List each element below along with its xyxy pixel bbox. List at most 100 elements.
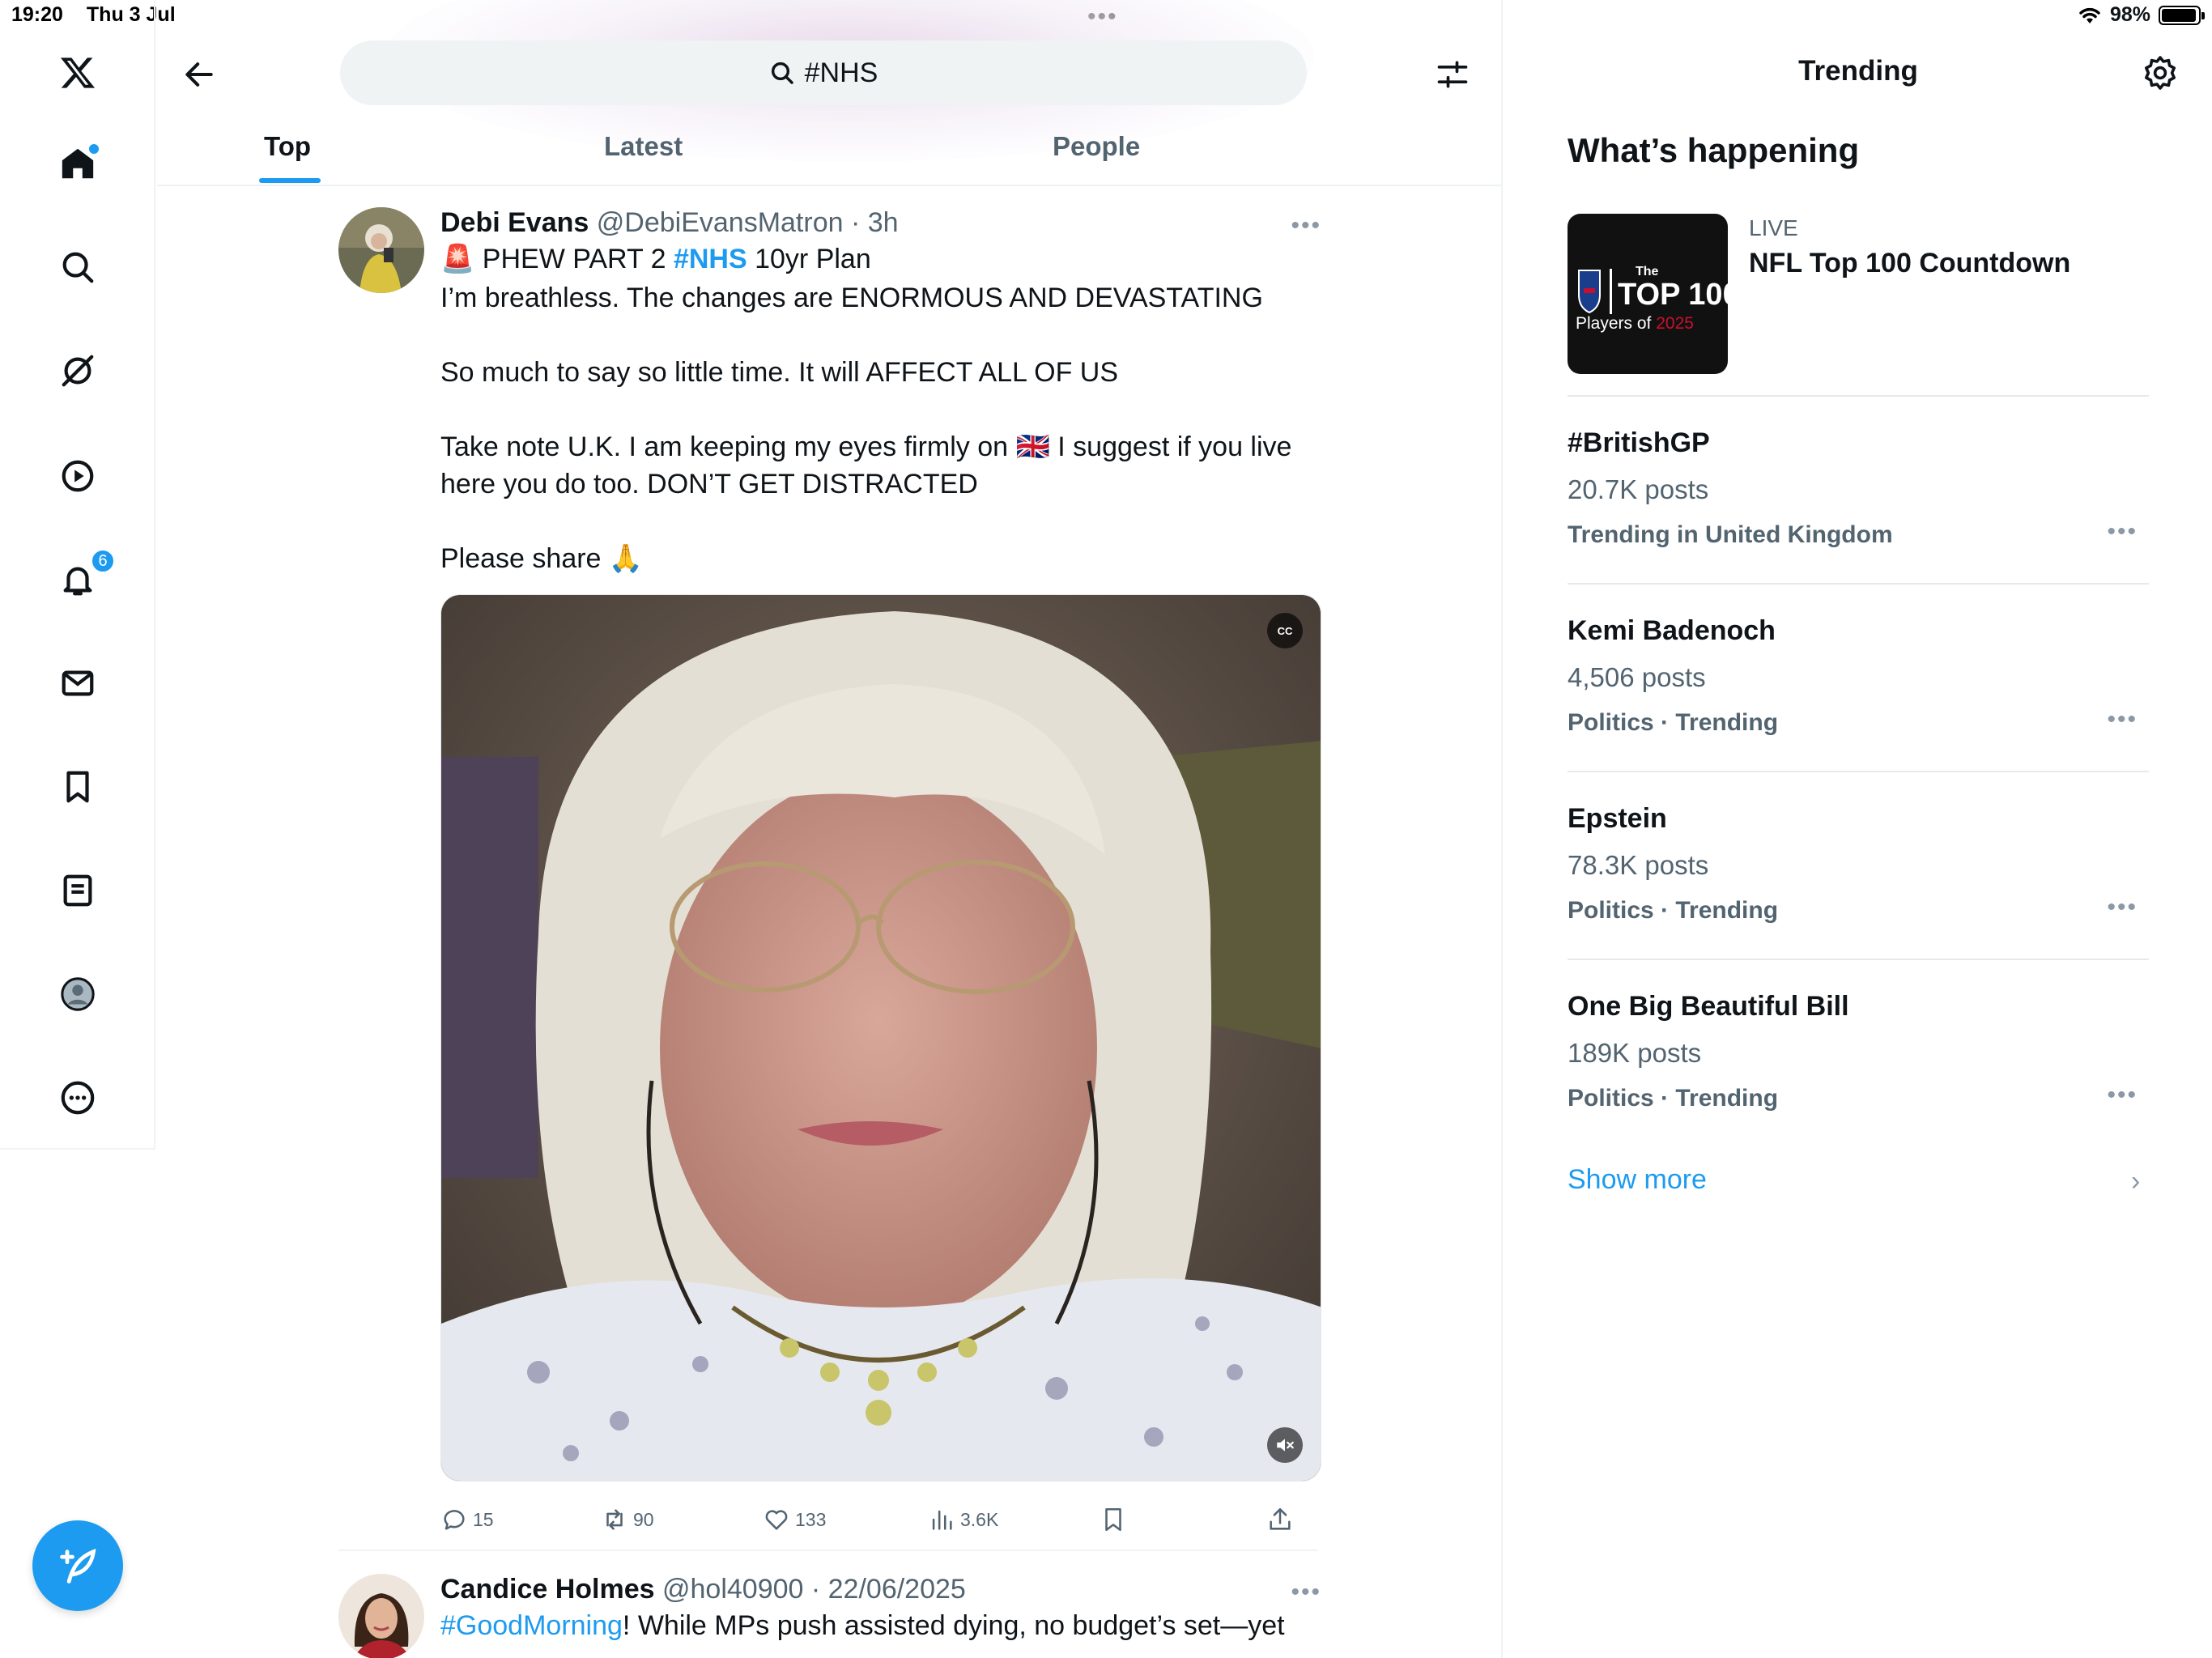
like-button[interactable]: 133	[763, 1506, 826, 1533]
post-body: Debi Evans @DebiEvansMatron · 3h ••• 🚨 P…	[440, 207, 1321, 1532]
live-label: LIVE	[1749, 215, 1798, 240]
avatar[interactable]	[338, 1574, 424, 1658]
search-icon	[771, 62, 793, 84]
more-icon[interactable]	[58, 1078, 97, 1117]
search-tabs: Top Latest People	[157, 121, 1501, 186]
post-more-icon[interactable]: •••	[1291, 212, 1321, 240]
compose-feather-icon	[60, 1549, 96, 1584]
mute-button[interactable]	[1267, 1427, 1303, 1463]
whats-happening-heading: What’s happening	[1568, 131, 1860, 169]
back-button[interactable]	[178, 53, 220, 96]
post-time[interactable]: 3h	[868, 207, 899, 238]
gear-icon	[2145, 56, 2176, 90]
post-body-text: I’m breathless. The changes are ENORMOUS…	[440, 283, 1292, 574]
post[interactable]: Candice Holmes @hol40900 · 22/06/2025 ••…	[338, 1574, 1321, 1658]
trend-more-icon[interactable]: •••	[2107, 518, 2138, 546]
lists-icon[interactable]	[58, 871, 97, 910]
post-text: 🚨 PHEW PART 2 #NHS 10yr Plan	[440, 240, 1321, 278]
post-header: Debi Evans @DebiEvansMatron · 3h	[440, 207, 899, 238]
tab-people[interactable]: People	[1053, 131, 1140, 162]
like-count: 133	[795, 1508, 827, 1530]
author-name[interactable]: Candice Holmes	[440, 1574, 655, 1605]
share-button[interactable]	[1266, 1506, 1294, 1533]
post-text-suffix: 10yr Plan	[747, 244, 871, 274]
author-handle[interactable]: @hol40900	[662, 1574, 803, 1605]
chevron-right-icon[interactable]: ›	[2131, 1166, 2140, 1197]
sliders-icon	[1437, 61, 1468, 88]
search-filter-button[interactable]	[1431, 53, 1474, 96]
trend-name: #BritishGP	[1568, 427, 1710, 458]
profile-icon[interactable]	[58, 975, 97, 1014]
video-thumbnail	[441, 595, 1321, 1481]
video-player[interactable]: CC	[440, 594, 1321, 1482]
views-count: 3.6K	[960, 1508, 999, 1530]
grok-icon[interactable]	[58, 351, 97, 390]
author-name[interactable]: Debi Evans	[440, 207, 589, 238]
trend-post-count: 4,506 posts	[1568, 662, 1706, 692]
show-more-link[interactable]: Show more	[1568, 1164, 1707, 1196]
trend-post-count: 78.3K posts	[1568, 850, 1709, 880]
live-event-image[interactable]: The TOP 100 Players of 2025	[1568, 214, 1728, 374]
trend-post-count: 20.7K posts	[1568, 474, 1709, 504]
trend-more-icon[interactable]: •••	[2107, 706, 2138, 733]
bookmarks-icon[interactable]	[58, 767, 97, 806]
post-divider	[338, 1550, 1318, 1551]
back-arrow-icon	[185, 62, 213, 87]
trend-context: Trending in United Kingdom	[1568, 521, 1893, 548]
notifications-badge: 6	[91, 549, 115, 573]
reply-count: 15	[473, 1508, 494, 1530]
post-text: #GoodMorning! While MPs push assisted dy…	[440, 1607, 1321, 1644]
search-icon[interactable]	[58, 248, 97, 287]
trend-more-icon[interactable]: •••	[2107, 894, 2138, 921]
share-icon	[1270, 1507, 1291, 1530]
trend-item[interactable]: #BritishGP 20.7K posts Trending in Unite…	[1568, 427, 2149, 589]
trend-name: Kemi Badenoch	[1568, 615, 1776, 646]
messages-icon[interactable]	[58, 664, 97, 703]
tab-latest[interactable]: Latest	[604, 131, 683, 162]
live-image-line3: Players of	[1576, 314, 1656, 333]
x-logo-icon[interactable]	[58, 53, 97, 92]
captions-button[interactable]: CC	[1267, 613, 1303, 648]
author-handle[interactable]: @DebiEvansMatron	[597, 207, 844, 238]
right-sidebar: Trending What’s happening The TOP 100 Pl…	[1504, 0, 2212, 1658]
live-image-line1: The	[1636, 265, 1659, 278]
repost-button[interactable]: 90	[601, 1506, 654, 1533]
video-icon[interactable]	[58, 457, 97, 495]
left-nav: 6	[0, 0, 155, 1150]
hashtag-link[interactable]: #NHS	[674, 244, 747, 274]
search-query: #NHS	[804, 57, 878, 88]
post-actions: 15 90 133 3.6K	[440, 1506, 1321, 1546]
post-header: Candice Holmes @hol40900 · 22/06/2025	[440, 1574, 966, 1605]
live-image-year: 2025	[1656, 314, 1694, 333]
post-body: Candice Holmes @hol40900 · 22/06/2025 ••…	[440, 1574, 1321, 1644]
trend-more-icon[interactable]: •••	[2107, 1082, 2138, 1109]
svg-text:Players of 2025: Players of 2025	[1576, 314, 1694, 333]
reply-icon	[444, 1510, 465, 1530]
search-input[interactable]: #NHS	[340, 40, 1307, 105]
trend-context: Politics · Trending	[1568, 1085, 1779, 1112]
bookmark-button[interactable]	[1100, 1506, 1127, 1533]
live-event-title[interactable]: NFL Top 100 Countdown	[1749, 248, 2070, 279]
bookmark-icon	[1105, 1507, 1121, 1532]
trend-context: Politics · Trending	[1568, 897, 1779, 924]
trend-item[interactable]: One Big Beautiful Bill 189K posts Politi…	[1568, 991, 2149, 1153]
trend-name: Epstein	[1568, 803, 1667, 834]
compose-button[interactable]	[32, 1520, 123, 1611]
notifications-icon[interactable]: 6	[58, 549, 115, 599]
post[interactable]: Debi Evans @DebiEvansMatron · 3h ••• 🚨 P…	[338, 207, 1321, 1535]
reply-button[interactable]: 15	[440, 1506, 494, 1533]
main-column: #NHS Top Latest People Debi Evans @DebiE…	[157, 0, 1503, 1658]
views-chart-icon	[932, 1510, 952, 1530]
hashtag-link[interactable]: #GoodMorning	[440, 1610, 623, 1641]
trend-item[interactable]: Epstein 78.3K posts Politics · Trending …	[1568, 803, 2149, 965]
home-icon[interactable]	[58, 144, 99, 183]
avatar[interactable]	[338, 207, 424, 293]
post-more-icon[interactable]: •••	[1291, 1579, 1321, 1606]
live-image-line2: TOP 100	[1618, 278, 1728, 312]
settings-button[interactable]	[2141, 53, 2180, 92]
tab-top[interactable]: Top	[264, 131, 311, 162]
trend-post-count: 189K posts	[1568, 1038, 1702, 1068]
trend-item[interactable]: Kemi Badenoch 4,506 posts Politics · Tre…	[1568, 615, 2149, 777]
views-button[interactable]: 3.6K	[928, 1506, 998, 1533]
post-time[interactable]: 22/06/2025	[828, 1574, 966, 1605]
